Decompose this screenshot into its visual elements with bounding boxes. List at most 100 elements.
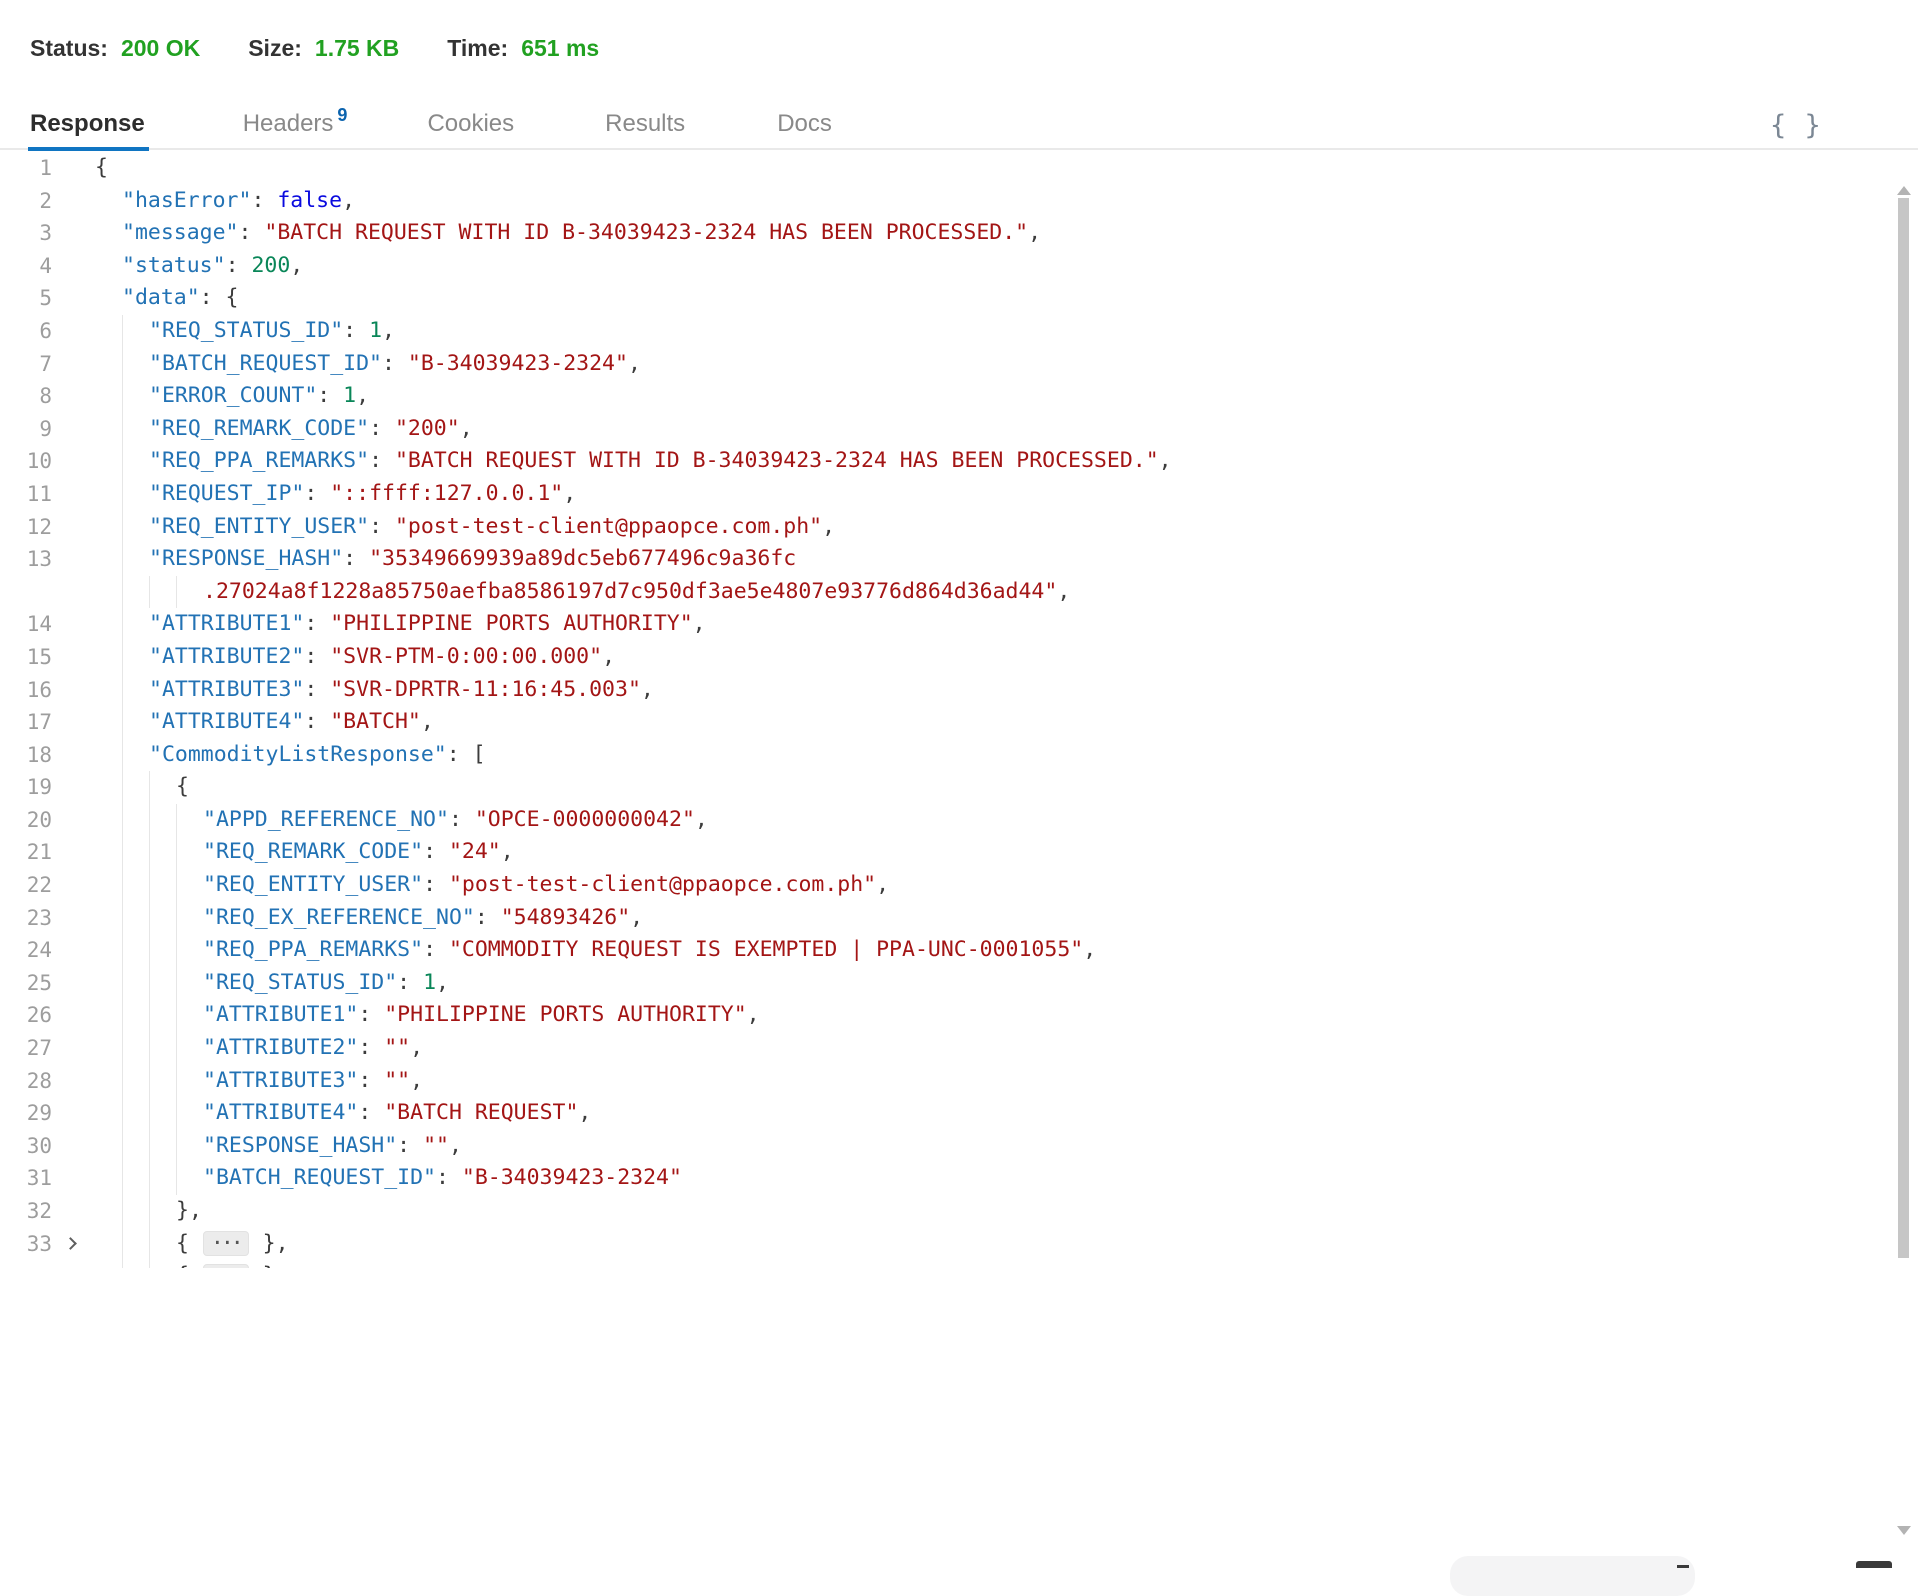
fold-gutter bbox=[52, 152, 95, 185]
indent-guide bbox=[176, 836, 177, 869]
token: "ERROR_COUNT" bbox=[149, 383, 317, 408]
code-line: 1{ bbox=[0, 152, 1894, 185]
token: , bbox=[410, 1068, 423, 1093]
line-number: 23 bbox=[0, 902, 52, 935]
fold-gutter bbox=[52, 315, 95, 348]
time-label: Time: bbox=[447, 35, 508, 62]
line-number: 22 bbox=[0, 869, 52, 902]
menu-lines-icon[interactable] bbox=[1870, 116, 1906, 134]
tab-results[interactable]: Results bbox=[605, 99, 685, 149]
line-number: 6 bbox=[0, 315, 52, 348]
fold-gutter bbox=[52, 608, 95, 641]
token: , bbox=[822, 514, 835, 539]
code-text: "RESPONSE_HASH": "", bbox=[95, 1130, 462, 1163]
indent-guide bbox=[149, 771, 150, 804]
fold-gutter bbox=[52, 217, 95, 250]
fold-gutter bbox=[52, 771, 95, 804]
line-number: 30 bbox=[0, 1130, 52, 1163]
code-text: "hasError": false, bbox=[95, 185, 355, 218]
tab-cookies[interactable]: Cookies bbox=[427, 99, 514, 149]
token: "REQ_STATUS_ID" bbox=[203, 970, 397, 995]
indent-guide bbox=[176, 999, 177, 1032]
indent-guide bbox=[149, 836, 150, 869]
token: : bbox=[304, 481, 330, 506]
token: : bbox=[304, 709, 330, 734]
code-line: 31"BATCH_REQUEST_ID": "B-34039423-2324" bbox=[0, 1162, 1894, 1195]
scrollbar-down-arrow-icon[interactable] bbox=[1897, 1526, 1911, 1535]
code-text: "BATCH_REQUEST_ID": "B-34039423-2324", bbox=[95, 348, 641, 381]
status-value: 200 OK bbox=[121, 35, 200, 62]
token: "data" bbox=[122, 285, 200, 310]
token: , bbox=[630, 905, 643, 930]
token: , bbox=[641, 677, 654, 702]
response-status-bar: Status: 200 OK Size: 1.75 KB Time: 651 m… bbox=[30, 30, 599, 66]
line-number: 12 bbox=[0, 511, 52, 544]
token: : bbox=[423, 872, 449, 897]
token: : bbox=[369, 416, 395, 441]
fold-gutter bbox=[52, 445, 95, 478]
token: "status" bbox=[122, 253, 226, 278]
indent-guide bbox=[176, 1032, 177, 1065]
code-line: .27024a8f1228a85750aefba8586197d7c950df3… bbox=[0, 576, 1894, 609]
code-text: "REQ_ENTITY_USER": "post-test-client@ppa… bbox=[95, 869, 889, 902]
indent-guide bbox=[122, 902, 123, 935]
collapsed-region-ellipsis[interactable]: ··· bbox=[203, 1264, 249, 1268]
indent-guide bbox=[122, 739, 123, 772]
code-line: 16"ATTRIBUTE3": "SVR-DPRTR-11:16:45.003"… bbox=[0, 674, 1894, 707]
fold-gutter bbox=[52, 869, 95, 902]
indent-guide bbox=[149, 869, 150, 902]
tab-docs[interactable]: Docs bbox=[777, 99, 832, 149]
token: "B-34039423-2324" bbox=[462, 1165, 682, 1190]
code-lines: 1{2"hasError": false,3"message": "BATCH … bbox=[0, 152, 1894, 1268]
token: "BATCH REQUEST WITH ID B-34039423-2324 H… bbox=[395, 448, 1159, 473]
indent-guide bbox=[176, 576, 177, 609]
line-number: 8 bbox=[0, 380, 52, 413]
token: , bbox=[876, 872, 889, 897]
line-number: 4 bbox=[0, 250, 52, 283]
scrollbar-thumb[interactable] bbox=[1898, 198, 1909, 1258]
token: "hasError" bbox=[122, 188, 251, 213]
code-text: { ··· }, bbox=[95, 1228, 289, 1261]
indent-guide bbox=[122, 1097, 123, 1130]
indent-guide bbox=[176, 804, 177, 837]
indent-guide bbox=[122, 608, 123, 641]
token: , bbox=[563, 481, 576, 506]
format-json-icon[interactable]: { } bbox=[1770, 110, 1822, 141]
token: : bbox=[423, 937, 449, 962]
status-label: Status: bbox=[30, 35, 108, 62]
time-value: 651 ms bbox=[521, 35, 599, 62]
line-number: 19 bbox=[0, 771, 52, 804]
tab-headers[interactable]: Headers 9 bbox=[243, 99, 348, 149]
line-number: 32 bbox=[0, 1195, 52, 1228]
fold-gutter bbox=[52, 1260, 95, 1268]
token: "post-test-client@ppaopce.com.ph" bbox=[449, 872, 876, 897]
fold-gutter bbox=[52, 348, 95, 381]
token: }, bbox=[250, 1263, 289, 1268]
indent-guide bbox=[122, 511, 123, 544]
token: "BATCH REQUEST WITH ID B-34039423-2324 H… bbox=[264, 220, 1028, 245]
tab-response[interactable]: Response bbox=[30, 99, 145, 149]
code-line: 7"BATCH_REQUEST_ID": "B-34039423-2324", bbox=[0, 348, 1894, 381]
indent-guide bbox=[122, 674, 123, 707]
indent-guide bbox=[149, 1065, 150, 1098]
code-text: "REQ_EX_REFERENCE_NO": "54893426", bbox=[95, 902, 643, 935]
token: "::ffff:127.0.0.1" bbox=[330, 481, 563, 506]
indent-guide bbox=[122, 1195, 123, 1228]
indent-guide bbox=[176, 934, 177, 967]
chevron-right-icon[interactable] bbox=[64, 1237, 77, 1250]
indent-guide bbox=[149, 1162, 150, 1195]
code-line: 28"ATTRIBUTE3": "", bbox=[0, 1065, 1894, 1098]
token: false bbox=[277, 188, 342, 213]
bottom-floating-pill[interactable] bbox=[1450, 1556, 1695, 1596]
response-toolbar: { } bbox=[1770, 100, 1906, 150]
token: : [ bbox=[447, 742, 486, 767]
token: , bbox=[290, 253, 303, 278]
scrollbar-up-arrow-icon[interactable] bbox=[1897, 186, 1911, 195]
code-text: "message": "BATCH REQUEST WITH ID B-3403… bbox=[95, 217, 1041, 250]
indent-guide bbox=[176, 1065, 177, 1098]
indent-guide bbox=[122, 543, 123, 576]
collapsed-region-ellipsis[interactable]: ··· bbox=[203, 1231, 249, 1256]
code-text: "REQ_ENTITY_USER": "post-test-client@ppa… bbox=[95, 511, 835, 544]
code-text: "ATTRIBUTE1": "PHILIPPINE PORTS AUTHORIT… bbox=[95, 999, 760, 1032]
token: "200" bbox=[395, 416, 460, 441]
